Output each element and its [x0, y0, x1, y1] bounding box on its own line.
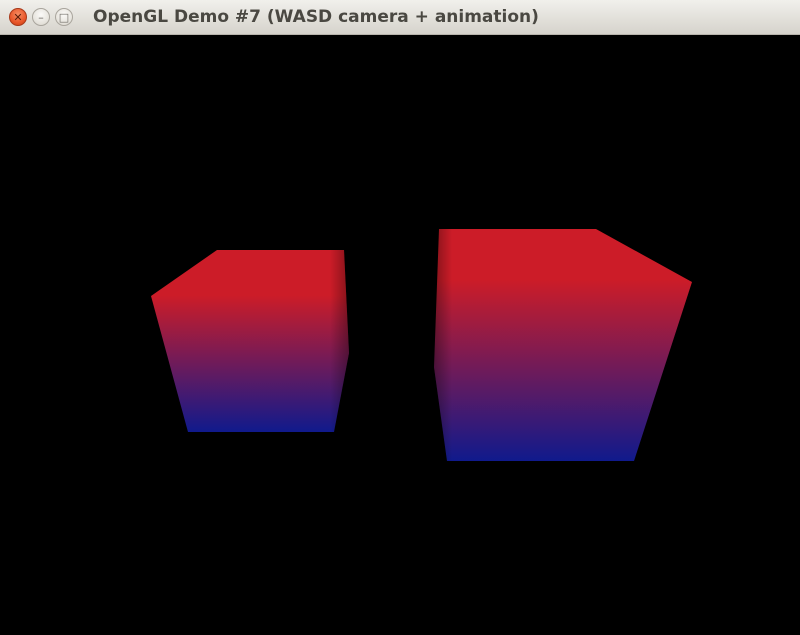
maximize-icon: □	[58, 10, 70, 24]
window-controls: ✕ – □	[9, 8, 73, 28]
opengl-viewport[interactable]	[0, 35, 800, 635]
cube-left	[151, 250, 349, 432]
cube-left-face	[151, 250, 349, 432]
close-icon: ✕	[13, 10, 23, 24]
minimize-window-button[interactable]: –	[32, 8, 50, 26]
title-bar[interactable]: ✕ – □ OpenGL Demo #7 (WASD camera + anim…	[0, 0, 800, 35]
maximize-window-button[interactable]: □	[55, 8, 73, 26]
app-window: ✕ – □ OpenGL Demo #7 (WASD camera + anim…	[0, 0, 800, 635]
cube-right-face	[434, 229, 692, 461]
window-title: OpenGL Demo #7 (WASD camera + animation)	[93, 7, 539, 27]
cube-right	[434, 229, 692, 461]
minimize-icon: –	[38, 10, 44, 24]
close-window-button[interactable]: ✕	[9, 8, 27, 26]
cube-right-side-shade	[434, 229, 452, 461]
scene-canvas	[151, 229, 692, 461]
cube-left-side-shade	[330, 250, 349, 432]
